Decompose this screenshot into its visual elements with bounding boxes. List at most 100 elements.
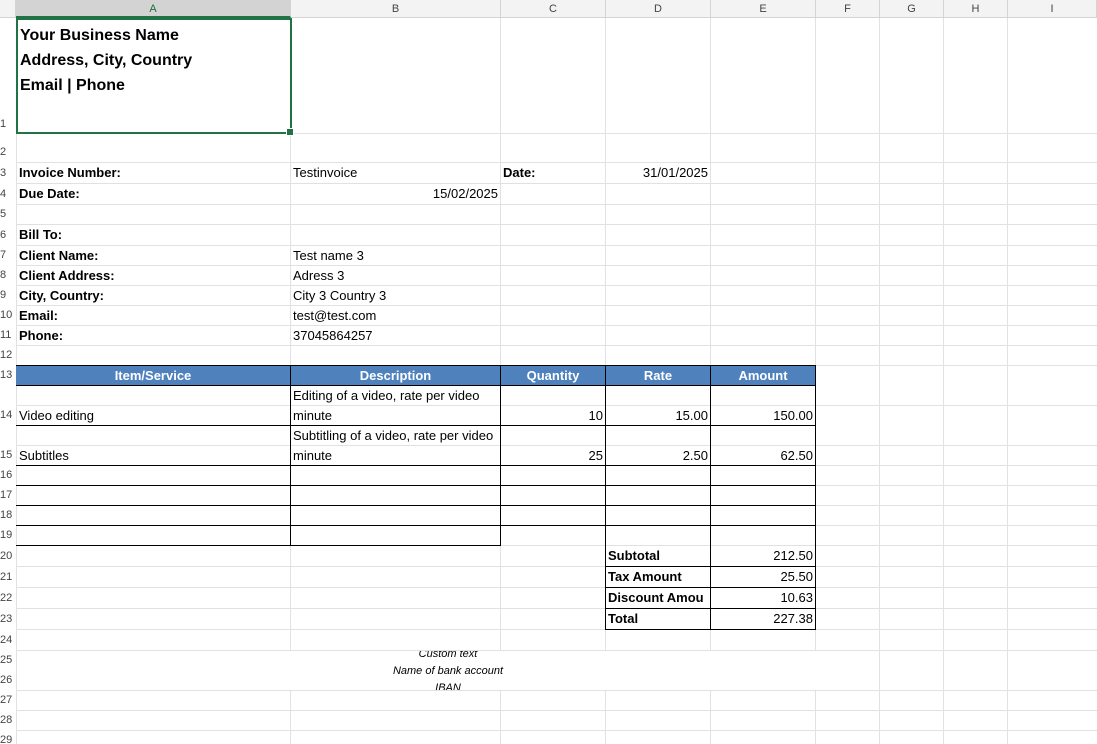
invoice-number-value[interactable]: Testinvoice (291, 163, 500, 183)
column-header-d[interactable]: D (606, 0, 711, 18)
row-header[interactable]: 4 (0, 188, 16, 204)
item-name[interactable]: Video editing (17, 406, 290, 426)
business-address: Address, City, Country (20, 52, 193, 69)
row-header[interactable]: 8 (0, 269, 16, 285)
row-header[interactable]: 16 (0, 469, 16, 485)
item-rate[interactable]: 2.50 (606, 446, 710, 466)
column-header-c[interactable]: C (501, 0, 606, 18)
row-header[interactable]: 15 (0, 449, 16, 465)
gridline (1007, 18, 1008, 744)
business-name: Your Business Name (20, 27, 179, 44)
date-label[interactable]: Date: (501, 163, 605, 183)
item-description[interactable]: Editing of a video, rate per video minut… (291, 386, 500, 426)
column-header-b[interactable]: B (291, 0, 501, 18)
row-header[interactable]: 21 (0, 571, 16, 587)
phone-label[interactable]: Phone: (17, 326, 290, 346)
row-header[interactable]: 17 (0, 489, 16, 505)
row-header[interactable]: 7 (0, 249, 16, 265)
gridline (16, 730, 1097, 731)
item-quantity[interactable]: 10 (501, 406, 605, 426)
row-header[interactable]: 29 (0, 734, 16, 744)
row-header[interactable]: 19 (0, 529, 16, 545)
spreadsheet-grid[interactable]: A B C D E F G H I 1 2 3 4 5 6 7 8 9 10 1… (0, 0, 1097, 744)
row-header[interactable]: 9 (0, 289, 16, 305)
business-contact: Email | Phone (20, 77, 125, 94)
client-name-label[interactable]: Client Name: (17, 246, 290, 266)
column-header-a[interactable]: A (16, 0, 291, 18)
row-header[interactable]: 1 (0, 118, 16, 134)
invoice-number-label[interactable]: Invoice Number: (17, 163, 290, 183)
row-header[interactable]: 22 (0, 592, 16, 608)
tax-amount-value[interactable]: 25.50 (711, 567, 815, 588)
row-header[interactable]: 26 (0, 674, 16, 690)
table-header-amount[interactable]: Amount (711, 366, 816, 386)
row-header[interactable]: 3 (0, 167, 16, 183)
row-header[interactable]: 18 (0, 509, 16, 525)
gridline (16, 690, 1097, 691)
footer-merged-cell[interactable]: Custom text Name of bank account IBAN (17, 651, 879, 690)
column-header-f[interactable]: F (816, 0, 880, 18)
table-border (16, 525, 816, 526)
item-name[interactable]: Subtitles (17, 446, 290, 466)
total-value[interactable]: 227.38 (711, 609, 815, 630)
item-description[interactable]: Subtitling of a video, rate per video mi… (291, 426, 500, 466)
table-header-item[interactable]: Item/Service (16, 366, 291, 386)
table-border (16, 485, 816, 486)
total-label[interactable]: Total (606, 609, 710, 630)
item-amount[interactable]: 150.00 (711, 406, 815, 426)
row-header[interactable]: 2 (0, 146, 16, 162)
gridline (16, 566, 1097, 567)
row-header[interactable]: 12 (0, 349, 16, 365)
row-header[interactable]: 11 (0, 329, 16, 345)
column-header-i[interactable]: I (1008, 0, 1097, 18)
gridline (16, 204, 1097, 205)
item-amount[interactable]: 62.50 (711, 446, 815, 466)
selected-cell-a1[interactable]: Your Business Name Address, City, Countr… (16, 18, 294, 136)
client-address-label[interactable]: Client Address: (17, 266, 290, 286)
column-header-g[interactable]: G (880, 0, 944, 18)
row-header[interactable]: 10 (0, 309, 16, 325)
client-name-value[interactable]: Test name 3 (291, 246, 500, 266)
row-header[interactable]: 24 (0, 634, 16, 650)
row-header[interactable]: 27 (0, 694, 16, 710)
row-header[interactable]: 5 (0, 208, 16, 224)
bill-to-title[interactable]: Bill To: (17, 225, 290, 245)
date-value[interactable]: 31/01/2025 (606, 163, 710, 183)
item-rate[interactable]: 15.00 (606, 406, 710, 426)
email-value[interactable]: test@test.com (291, 306, 500, 326)
client-address-value[interactable]: Adress 3 (291, 266, 500, 286)
table-header-description[interactable]: Description (291, 366, 501, 386)
row-header[interactable]: 13 (0, 369, 16, 385)
row-header[interactable]: 6 (0, 229, 16, 245)
subtotal-label[interactable]: Subtotal (606, 546, 710, 567)
gridline (16, 608, 1097, 609)
due-date-value[interactable]: 15/02/2025 (291, 184, 500, 204)
subtotal-value[interactable]: 212.50 (711, 546, 815, 567)
row-header[interactable]: 20 (0, 550, 16, 566)
tax-amount-label[interactable]: Tax Amount (606, 567, 710, 588)
select-all-corner[interactable] (0, 0, 16, 18)
phone-value[interactable]: 37045864257 (291, 326, 500, 346)
fill-handle[interactable] (286, 128, 294, 136)
row-header[interactable]: 23 (0, 613, 16, 629)
gridline (16, 587, 1097, 588)
table-border (16, 365, 816, 366)
footer-custom-text: Custom text (418, 651, 478, 660)
item-quantity[interactable]: 25 (501, 446, 605, 466)
table-header-quantity[interactable]: Quantity (501, 366, 606, 386)
discount-amount-label[interactable]: Discount Amou (606, 588, 710, 609)
gridline (943, 18, 944, 744)
row-header[interactable]: 25 (0, 654, 16, 670)
row-header[interactable]: 28 (0, 714, 16, 730)
city-country-value[interactable]: City 3 Country 3 (291, 286, 500, 306)
due-date-label[interactable]: Due Date: (17, 184, 290, 204)
gridline (16, 710, 1097, 711)
row-header[interactable]: 14 (0, 409, 16, 425)
city-country-label[interactable]: City, Country: (17, 286, 290, 306)
discount-amount-value[interactable]: 10.63 (711, 588, 815, 609)
table-header-rate[interactable]: Rate (606, 366, 711, 386)
column-header-e[interactable]: E (711, 0, 816, 18)
column-header-h[interactable]: H (944, 0, 1008, 18)
email-label[interactable]: Email: (17, 306, 290, 326)
table-border (815, 366, 816, 630)
